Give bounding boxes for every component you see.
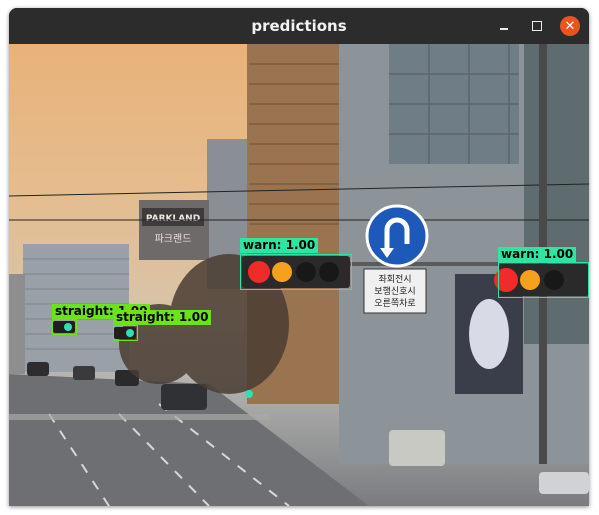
- close-icon: ✕: [564, 18, 576, 34]
- detection-box-warn-right: [498, 262, 589, 298]
- minimize-icon: [500, 28, 508, 30]
- detection-label: warn: 1.00: [240, 238, 319, 253]
- info-sign-line1: 좌회전시: [378, 274, 411, 285]
- billboard-figure: [469, 299, 509, 369]
- white-van: [389, 430, 445, 466]
- prediction-image: PARKLAND 파크랜드 좌회전시 보행신호시 오른쪽차로 warn: 1.0…: [9, 44, 589, 506]
- detection-label: warn: 1.00: [498, 247, 577, 262]
- maximize-icon: [532, 21, 542, 31]
- truck: [161, 384, 207, 410]
- info-sign-line3: 오른쪽차로: [374, 297, 415, 309]
- car: [27, 362, 49, 376]
- parkland-sign-text: PARKLAND: [146, 214, 200, 224]
- car: [73, 366, 95, 380]
- building-far-left: [9, 274, 25, 374]
- minimize-button[interactable]: [495, 17, 513, 35]
- info-sign-line2: 보행신호시: [374, 285, 415, 297]
- parked-car: [539, 472, 589, 494]
- right-facade: [524, 44, 589, 344]
- close-button[interactable]: ✕: [560, 16, 580, 36]
- u-turn-sign: [365, 204, 429, 268]
- title-bar[interactable]: predictions ✕: [9, 8, 589, 44]
- parkland-sign-korean: 파크랜드: [155, 233, 192, 245]
- green-light-icon: [245, 390, 253, 398]
- app-window: predictions ✕ PARKLAND 파크랜드 좌회전시 보행신호시 오…: [9, 8, 589, 506]
- crosswalk: [9, 414, 269, 420]
- detection-box-straight-left: [52, 319, 77, 335]
- detection-label: straight: 1.00: [113, 310, 212, 325]
- maximize-button[interactable]: [528, 17, 546, 35]
- detection-box-straight-mid: [113, 325, 138, 341]
- detection-box-warn-center: [240, 254, 352, 290]
